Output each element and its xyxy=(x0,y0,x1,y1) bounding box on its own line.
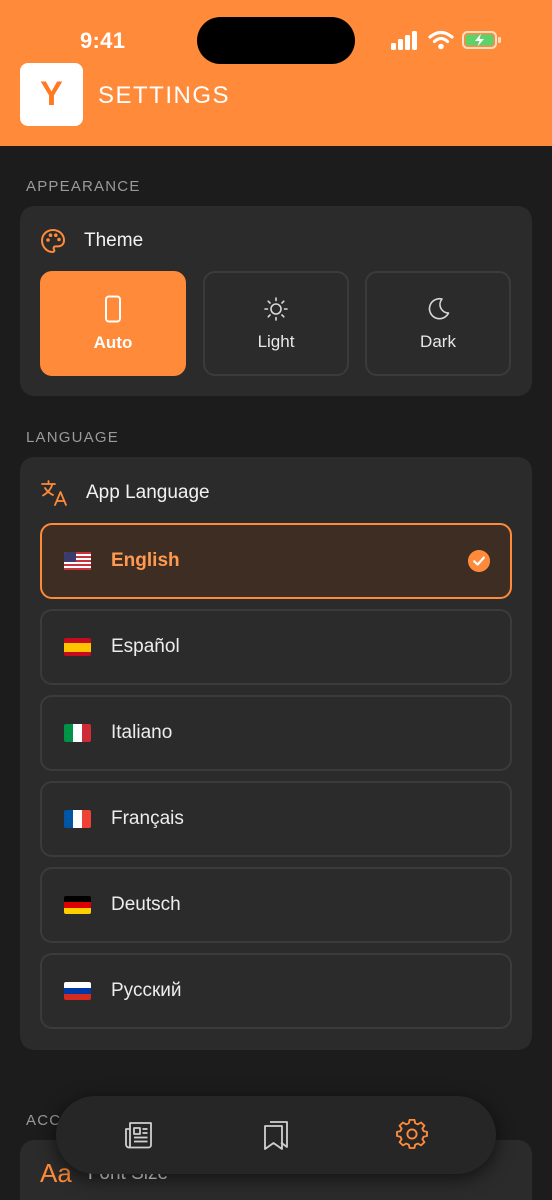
app-logo: Y xyxy=(20,63,83,126)
theme-title: Theme xyxy=(84,230,144,251)
language-option-italiano[interactable]: Italiano xyxy=(40,695,512,771)
theme-card: Theme Auto Light Dark xyxy=(20,206,532,396)
check-icon xyxy=(468,550,490,572)
palette-icon xyxy=(40,228,66,254)
language-option-label: English xyxy=(111,550,180,571)
language-option-francais[interactable]: Français xyxy=(40,781,512,857)
battery-icon xyxy=(462,31,501,49)
language-option-english[interactable]: English xyxy=(40,523,512,599)
appearance-section-label: APPEARANCE xyxy=(26,178,141,195)
tab-news[interactable] xyxy=(120,1115,160,1155)
theme-option-label: Auto xyxy=(93,332,133,352)
language-option-label: Español xyxy=(111,636,180,657)
language-option-deutsch[interactable]: Deutsch xyxy=(40,867,512,943)
language-card: App Language English Español Italiano Fr… xyxy=(20,457,532,1050)
language-option-label: Italiano xyxy=(111,722,173,743)
us-flag-icon xyxy=(64,552,91,570)
fr-flag-icon xyxy=(64,810,91,828)
ru-flag-icon xyxy=(64,982,91,1000)
language-option-russkiy[interactable]: Русский xyxy=(40,953,512,1029)
moon-icon xyxy=(428,297,450,319)
language-header: App Language xyxy=(40,479,210,507)
it-flag-icon xyxy=(64,724,91,742)
theme-header: Theme xyxy=(40,228,143,254)
dynamic-island xyxy=(197,17,355,64)
language-title: App Language xyxy=(86,482,210,503)
language-option-espanol[interactable]: Español xyxy=(40,609,512,685)
tab-settings[interactable] xyxy=(392,1115,432,1155)
language-section-label: LANGUAGE xyxy=(26,429,119,446)
tab-bookmarks[interactable] xyxy=(256,1115,296,1155)
wifi-icon xyxy=(428,30,454,50)
page-title: SETTINGS xyxy=(98,82,231,109)
tab-bar xyxy=(56,1096,496,1174)
theme-option-auto[interactable]: Auto xyxy=(40,271,186,376)
status-time: 9:41 xyxy=(80,28,126,53)
language-option-label: Deutsch xyxy=(111,894,181,915)
translate-icon xyxy=(41,480,67,506)
language-option-label: Français xyxy=(111,808,184,829)
news-icon xyxy=(125,1122,152,1149)
de-flag-icon xyxy=(64,896,91,914)
gear-icon xyxy=(396,1119,428,1149)
sun-icon xyxy=(264,296,288,321)
signal-icon xyxy=(391,31,417,50)
language-option-label: Русский xyxy=(111,980,182,1001)
theme-option-dark[interactable]: Dark xyxy=(365,271,511,376)
bookmark-icon xyxy=(264,1121,288,1150)
phone-icon xyxy=(105,295,121,322)
theme-option-light[interactable]: Light xyxy=(203,271,349,376)
es-flag-icon xyxy=(64,638,91,656)
header: 9:41 Y SETTINGS xyxy=(0,0,552,146)
theme-option-label: Dark xyxy=(420,331,456,351)
theme-option-label: Light xyxy=(257,331,295,351)
